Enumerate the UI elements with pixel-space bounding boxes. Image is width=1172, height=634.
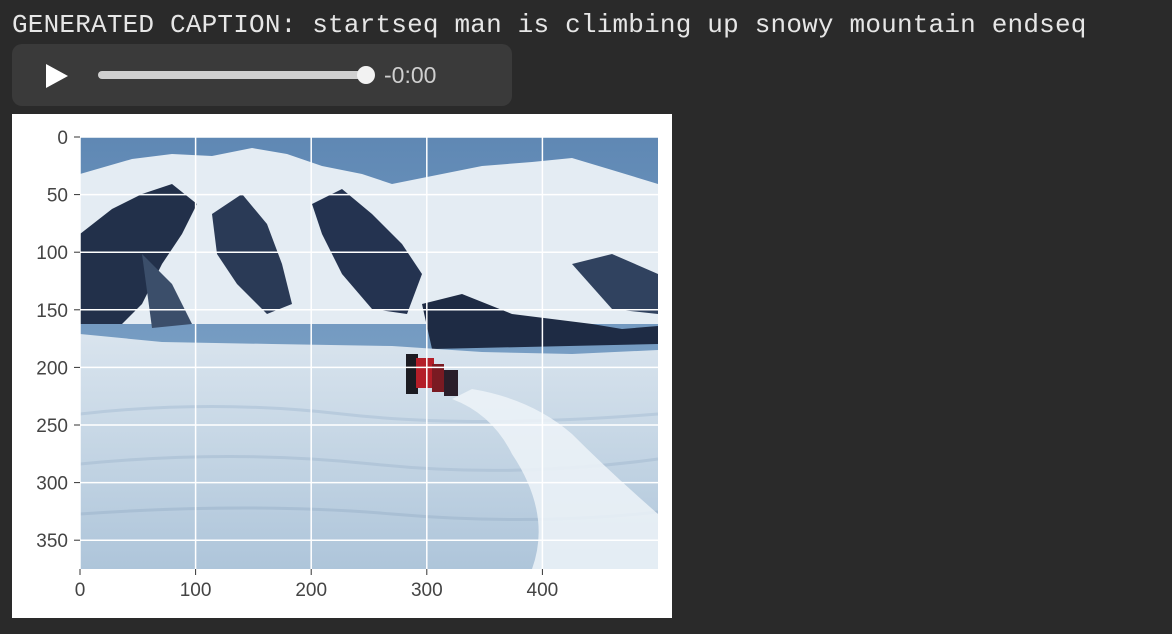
x-tick-label: 100 (180, 580, 212, 601)
y-tick-label: 250 (36, 416, 68, 437)
x-tick-label: 0 (75, 580, 86, 601)
progress-thumb[interactable] (357, 66, 375, 84)
y-tick-label: 0 (57, 128, 68, 149)
y-tick-label: 150 (36, 301, 68, 322)
photo (80, 137, 658, 569)
y-tick-label: 100 (36, 243, 68, 264)
generated-caption: GENERATED CAPTION: startseq man is climb… (12, 10, 1087, 40)
plot-canvas: 0 100 200 300 400 0 50 100 150 200 250 300 350 (36, 128, 658, 601)
play-icon (46, 64, 68, 88)
x-axis: 0 100 200 300 400 (75, 569, 559, 601)
play-button[interactable] (42, 62, 70, 90)
progress-track[interactable] (98, 71, 366, 79)
audio-player: -0:00 (12, 44, 512, 106)
x-tick-label: 400 (527, 580, 559, 601)
y-tick-label: 350 (36, 531, 68, 552)
y-tick-label: 200 (36, 358, 68, 379)
time-display: -0:00 (384, 62, 437, 88)
y-tick-label: 50 (47, 186, 68, 207)
x-tick-label: 200 (295, 580, 327, 601)
y-tick-label: 300 (36, 474, 68, 495)
image-plot: 0 100 200 300 400 0 50 100 150 200 250 300 350 (12, 114, 672, 618)
x-tick-label: 300 (411, 580, 443, 601)
y-axis: 0 50 100 150 200 250 300 350 (36, 128, 80, 552)
